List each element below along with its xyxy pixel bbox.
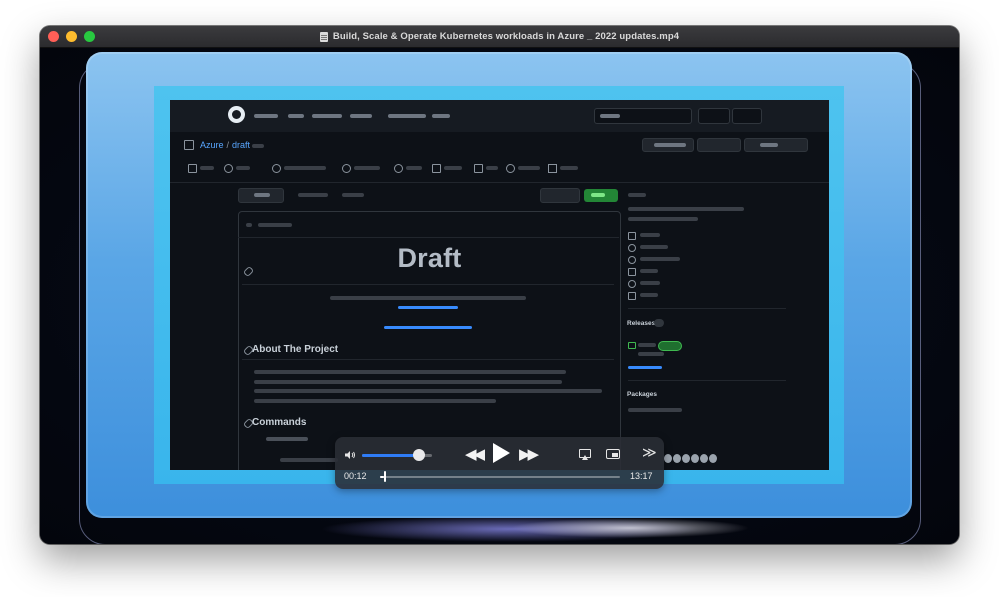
readme-icon [628,232,636,240]
list-icon [246,223,252,227]
repo-name-link[interactable]: draft [232,140,250,150]
window-title-group: Build, Scale & Operate Kubernetes worklo… [319,31,680,42]
avatar[interactable] [664,454,672,463]
repo-breadcrumb: Azure / draft [184,140,250,150]
close-button[interactable] [48,31,59,42]
volume-slider-fill [362,454,420,457]
quicktime-window: Build, Scale & Operate Kubernetes worklo… [40,26,959,544]
github-logo-icon [228,106,245,123]
section-heading-commands: Commands [252,417,307,428]
pull-requests-tab-icon[interactable] [272,164,281,173]
playback-controls[interactable]: ◀◀ ▶▶ ≫ 00:12 13:17 [335,437,664,489]
go-to-file-button[interactable] [540,188,580,203]
actions-tab-icon[interactable] [394,164,403,173]
light-streak-bottom-white [510,518,750,538]
releases-count-badge [654,319,664,327]
document-icon [319,31,328,42]
speaker-icon[interactable] [345,451,356,459]
timeline-track[interactable] [380,476,620,478]
heart-icon [628,256,636,264]
picture-in-picture-icon[interactable] [606,449,620,459]
window-controls [48,31,95,42]
video-area[interactable]: Azure / draft Draft About The Project Co… [40,48,959,544]
fast-forward-icon[interactable]: ▶▶ [519,447,539,462]
contributor-avatars[interactable] [664,454,717,463]
branches-link[interactable] [298,193,328,197]
play-icon[interactable] [493,443,510,463]
zoom-button[interactable] [84,31,95,42]
license-icon [628,244,636,252]
avatar[interactable] [709,454,717,463]
timeline-playhead[interactable] [383,471,386,482]
avatar[interactable] [691,454,699,463]
discussions-tab-icon[interactable] [342,164,351,173]
repo-icon [184,140,194,150]
section-heading-about: About The Project [252,344,339,355]
window-title: Build, Scale & Operate Kubernetes worklo… [332,31,680,42]
volume-slider-knob[interactable] [413,449,426,461]
total-time: 13:17 [630,471,653,481]
insights-tab-icon[interactable] [548,164,557,173]
current-time: 00:12 [344,471,367,481]
code-button[interactable] [584,189,618,202]
badge-link[interactable] [384,326,472,329]
latest-release-badge [658,341,682,351]
avatar[interactable] [673,454,681,463]
avatar[interactable] [682,454,690,463]
badge-link[interactable] [398,306,458,309]
packages-heading[interactable]: Packages [627,391,657,398]
airplay-icon[interactable] [579,449,591,460]
rewind-icon[interactable]: ◀◀ [465,447,485,462]
fork-icon [628,292,636,300]
issues-tab-icon[interactable] [224,164,233,173]
projects-tab-icon[interactable] [432,164,441,173]
title-bar[interactable]: Build, Scale & Operate Kubernetes worklo… [40,26,959,48]
github-repo-page: Azure / draft Draft About The Project Co… [170,100,829,470]
avatar[interactable] [700,454,708,463]
tags-link[interactable] [342,193,364,197]
minimize-button[interactable] [66,31,77,42]
tag-icon [628,342,636,349]
releases-more-link[interactable] [628,366,662,369]
releases-heading[interactable]: Releases [627,320,655,327]
wiki-tab-icon[interactable] [474,164,483,173]
github-header [170,100,829,132]
fork-button[interactable] [697,138,741,152]
code-tab-icon[interactable] [188,164,197,173]
security-tab-icon[interactable] [506,164,515,173]
star-icon [628,268,636,276]
readme-title: Draft [397,243,462,273]
eye-icon [628,280,636,288]
repo-owner-link[interactable]: Azure [200,140,224,150]
share-icon[interactable]: ≫ [642,445,657,459]
